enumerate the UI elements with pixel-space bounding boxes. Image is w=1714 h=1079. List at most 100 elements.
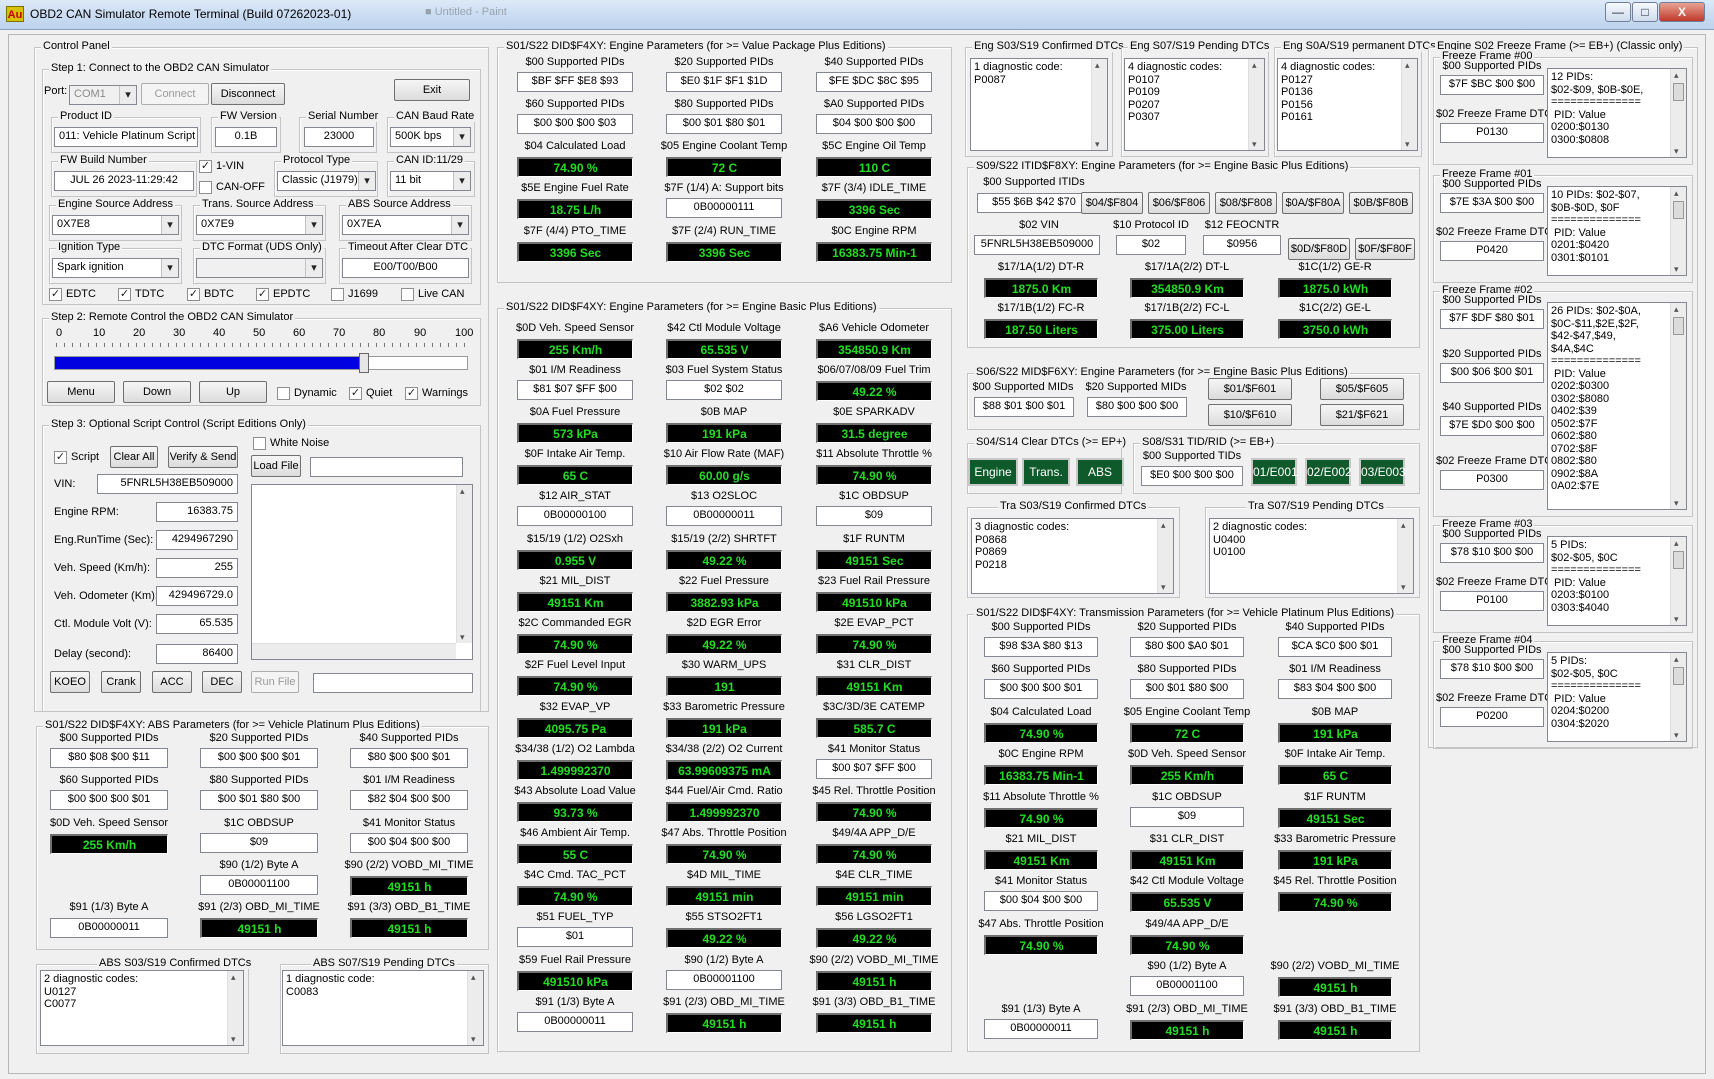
quiet-checkbox[interactable]: ✓ Quiet — [349, 387, 392, 400]
trans-0d-veh-speed-sensor-label: $0D Veh. Speed Sensor — [1127, 748, 1247, 761]
script-checkbox[interactable]: ✓ Script — [54, 451, 99, 464]
mid-01-button[interactable]: $01/$F601 — [1208, 378, 1292, 400]
dynamic-checkbox[interactable]: Dynamic — [277, 387, 337, 400]
itid-0b-button[interactable]: $0B/$F80B — [1349, 192, 1413, 214]
load-file-button[interactable]: Load File — [251, 455, 301, 477]
freeze-frame-0-list[interactable]: 12 PIDs: $02-$09, $0B-$0E, =============… — [1547, 68, 1687, 158]
tdtc-checkbox[interactable]: ✓ TDTC — [118, 288, 164, 301]
abs-addr-select[interactable]: 0X7EA — [342, 215, 469, 235]
mid-10-button[interactable]: $10/$F610 — [1208, 404, 1292, 426]
level-slider[interactable] — [54, 353, 468, 373]
trans-49-4a-app-d-e-label: $49/4A APP_D/E — [1145, 917, 1229, 930]
freeze-frame-1-list-scrollbar[interactable] — [1670, 187, 1686, 275]
eng-perm-dtc-list[interactable]: 4 diagnostic codes: P0127 P0136 P0156 P0… — [1277, 58, 1418, 151]
itid-0f-button[interactable]: $0F/$F80F — [1355, 238, 1415, 260]
exit-button[interactable]: Exit — [394, 79, 470, 101]
koeo-button[interactable]: KOEO — [50, 671, 90, 693]
tra-pend-dtc-list-scrollbar[interactable] — [1397, 519, 1413, 593]
basic-59-fuel-rail-pressure-value: 491510 kPa — [517, 970, 633, 991]
freeze-frame-0-list-scrollbar[interactable] — [1670, 69, 1686, 157]
delay-input[interactable]: 86400 — [156, 644, 238, 664]
white-noise-checkbox[interactable]: White Noise — [253, 437, 329, 450]
itid-04-button[interactable]: $04/$F804 — [1081, 192, 1143, 214]
tra-conf-dtc-list-scrollbar[interactable] — [1157, 519, 1173, 593]
epdtc-checkbox[interactable]: ✓ EPDTC — [256, 288, 310, 301]
clear-all-button[interactable]: Clear All — [110, 446, 158, 468]
itid-06-button[interactable]: $06/$F806 — [1148, 192, 1210, 214]
canid-select[interactable]: 11 bit — [390, 171, 471, 191]
slider-thumb[interactable] — [359, 353, 369, 373]
tid-03-button[interactable]: 03/E003 — [1359, 458, 1406, 486]
port-select[interactable]: COM1 — [69, 85, 137, 105]
speed-input[interactable]: 255 — [156, 558, 238, 578]
mid-05-button[interactable]: $05/$F605 — [1320, 378, 1404, 400]
eng-perm-dtc-list-scrollbar[interactable] — [1401, 59, 1417, 150]
eng-pend-dtc-list-scrollbar[interactable] — [1248, 59, 1264, 150]
menu-button[interactable]: Menu — [47, 381, 115, 403]
freeze-frame-4-list-scroll-thumb[interactable] — [1673, 667, 1684, 685]
dec-button[interactable]: DEC — [202, 671, 242, 693]
freeze-frame-1-list[interactable]: 10 PIDs: $02-$07, $0B-$0D, $0F =========… — [1547, 186, 1687, 276]
eng-conf-dtc-list-scrollbar[interactable] — [1091, 59, 1107, 150]
dtc-format-select[interactable] — [196, 258, 323, 278]
freeze-frame-3-list-scrollbar[interactable] — [1670, 537, 1686, 625]
script-hscrollbar[interactable] — [252, 643, 456, 659]
crank-button[interactable]: Crank — [101, 671, 141, 693]
mid-21-button[interactable]: $21/$F621 — [1320, 404, 1404, 426]
abs-conf-dtc-list[interactable]: 2 diagnostic codes: U0127 C0077 — [40, 970, 244, 1046]
clear-engine-button[interactable]: Engine — [968, 458, 1018, 486]
bdtc-checkbox[interactable]: ✓ BDTC — [187, 288, 234, 301]
freeze-frame-4-list[interactable]: 5 PIDs: $02-$05, $0C ============== PID:… — [1547, 652, 1687, 742]
tra-pend-dtc-list[interactable]: 2 diagnostic codes: U0400 U0100 — [1209, 518, 1414, 594]
disconnect-button[interactable]: Disconnect — [211, 83, 285, 105]
eng-conf-dtc-list[interactable]: 1 diagnostic code: P0087 — [970, 58, 1108, 151]
abs-pend-dtc-list[interactable]: 1 diagnostic code: C0083 — [282, 970, 484, 1046]
freeze-frame-2-list-scrollbar[interactable] — [1670, 303, 1686, 509]
verify-send-button[interactable]: Verify & Send — [168, 446, 238, 468]
freeze-frame-4-list-scrollbar[interactable] — [1670, 653, 1686, 741]
warnings-checkbox[interactable]: ✓ Warnings — [405, 387, 468, 400]
eng-addr-select[interactable]: 0X7E8 — [52, 215, 179, 235]
volt-input[interactable]: 65.535 — [156, 614, 238, 634]
down-button[interactable]: Down — [123, 381, 191, 403]
abs-conf-dtc-list-scrollbar[interactable] — [227, 971, 243, 1045]
script-text-area[interactable] — [251, 484, 473, 660]
eng-pend-dtc-list[interactable]: 4 diagnostic codes: P0107 P0109 P0207 P0… — [1124, 58, 1265, 151]
clear-trans-button[interactable]: Trans. — [1022, 458, 1070, 486]
itid-0a-button[interactable]: $0A/$F80A — [1282, 192, 1344, 214]
one-vin-checkbox[interactable]: ✓ 1-VIN — [199, 160, 244, 173]
script-scrollbar[interactable] — [456, 485, 472, 643]
itid-0d-button[interactable]: $0D/$F80D — [1288, 238, 1350, 260]
runtime-input[interactable]: 4294967290 — [156, 530, 238, 550]
up-button[interactable]: Up — [199, 381, 267, 403]
freeze-frame-1-list-scroll-thumb[interactable] — [1673, 201, 1684, 219]
freeze-frame-3-list-scroll-thumb[interactable] — [1673, 551, 1684, 569]
trans-addr-select[interactable]: 0X7E9 — [196, 215, 323, 235]
j1699-checkbox[interactable]: J1699 — [331, 288, 378, 301]
baud-select[interactable]: 500K bps — [390, 127, 471, 147]
tra-conf-dtc-list[interactable]: 3 diagnostic codes: P0868 P0869 P0218 — [971, 518, 1174, 594]
run-file-button[interactable]: Run File — [251, 671, 299, 693]
freeze-frame-3-list[interactable]: 5 PIDs: $02-$05, $0C ============== PID:… — [1547, 536, 1687, 626]
minimize-button[interactable]: — — [1605, 2, 1631, 22]
freeze-frame-2-list-scroll-thumb[interactable] — [1673, 317, 1684, 335]
edtc-checkbox[interactable]: ✓ EDTC — [49, 288, 96, 301]
rpm-input[interactable]: 16383.75 — [156, 502, 238, 522]
freeze-frame-0-list-scroll-thumb[interactable] — [1673, 83, 1684, 101]
itid-08-button[interactable]: $08/$F808 — [1215, 192, 1277, 214]
ign-select[interactable]: Spark ignition — [52, 258, 179, 278]
tid-01-button[interactable]: 01/E001 — [1251, 458, 1298, 486]
can-off-checkbox[interactable]: CAN-OFF — [199, 181, 265, 194]
abs-pend-dtc-list-scrollbar[interactable] — [467, 971, 483, 1045]
freeze-frame-2-list[interactable]: 26 PIDs: $02-$0A, $0C-$11,$2E,$2F, $42-$… — [1547, 302, 1687, 510]
close-button[interactable]: X — [1659, 2, 1705, 22]
maximize-button[interactable]: □ — [1632, 2, 1658, 22]
vin-input[interactable]: 5FNRL5H38EB509000 — [97, 474, 238, 494]
clear-abs-button[interactable]: ABS — [1076, 458, 1124, 486]
live-can-checkbox[interactable]: Live CAN — [401, 288, 464, 301]
odometer-input[interactable]: 429496729.0 — [156, 586, 238, 606]
acc-button[interactable]: ACC — [152, 671, 192, 693]
protocol-select[interactable]: Classic (J1979) — [277, 171, 376, 191]
connect-button[interactable]: Connect — [141, 83, 209, 105]
tid-02-button[interactable]: 02/E002 — [1305, 458, 1352, 486]
